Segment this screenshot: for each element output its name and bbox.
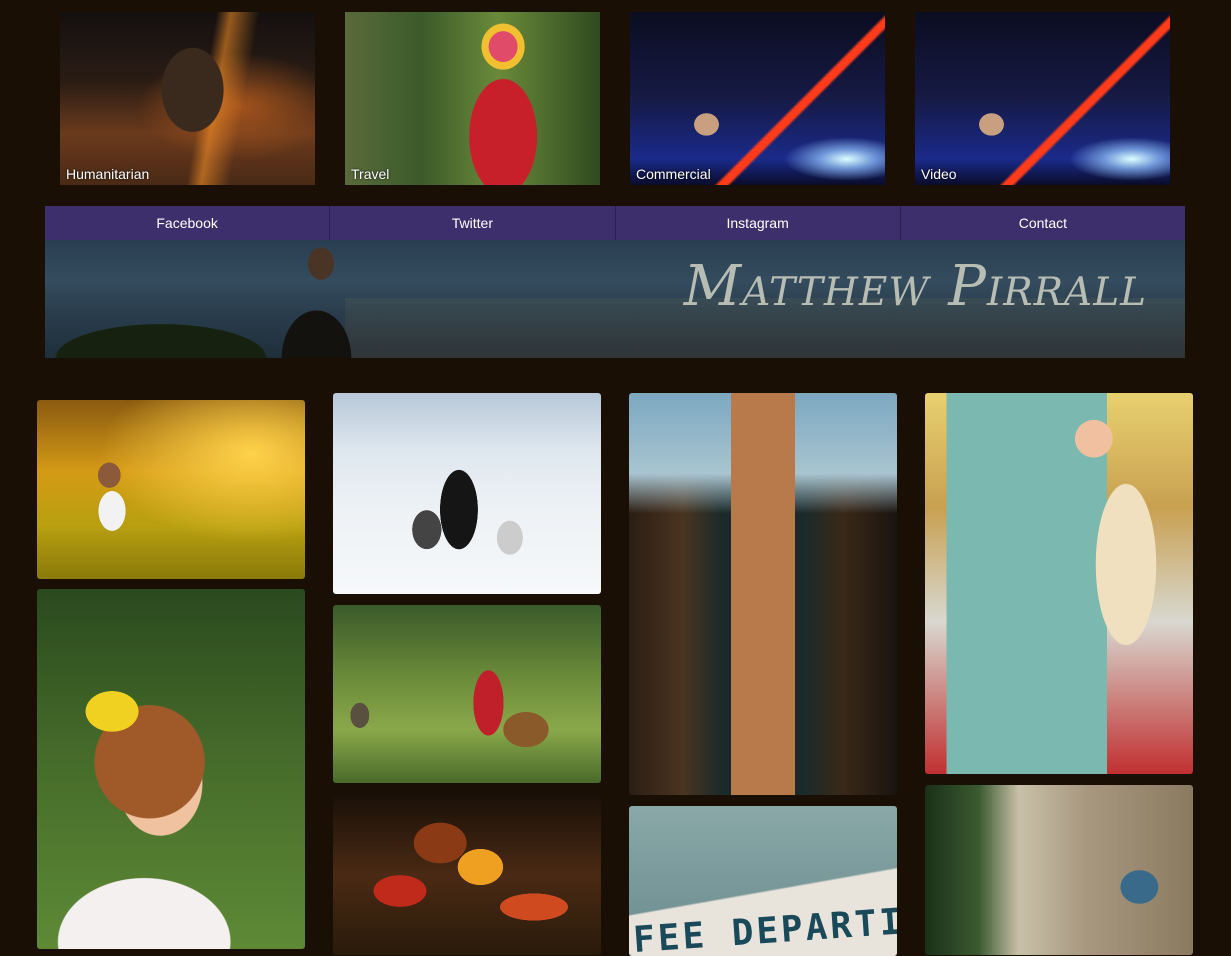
category-travel[interactable]: Travel	[345, 12, 600, 185]
site-title: Matthew Pirrall	[683, 254, 1147, 319]
humanitarian-image	[60, 12, 315, 185]
gallery-photo-boy-sprinkler[interactable]	[37, 400, 305, 579]
category-humanitarian[interactable]: Humanitarian	[60, 12, 315, 185]
nav-contact[interactable]: Contact	[901, 206, 1185, 240]
category-label: Video	[921, 166, 957, 182]
category-label: Commercial	[636, 166, 711, 182]
header-banner: Matthew Pirrall	[45, 240, 1185, 358]
commercial-image	[630, 12, 885, 185]
main-nav: Facebook Twitter Instagram Contact	[45, 206, 1185, 240]
nav-facebook[interactable]: Facebook	[45, 206, 331, 240]
banner-portrait	[267, 240, 357, 358]
gallery-photo-girl-paint[interactable]	[37, 589, 305, 949]
category-video[interactable]: Video	[915, 12, 1170, 185]
gallery-photo-red-riding-hood[interactable]	[333, 605, 601, 783]
gallery-photo-department-sign[interactable]: FEE DEPARTI	[629, 806, 897, 956]
video-image	[915, 12, 1170, 185]
gallery-photo-city-tower[interactable]	[629, 393, 897, 795]
category-commercial[interactable]: Commercial	[630, 12, 885, 185]
sign-text: FEE DEPARTI	[631, 901, 897, 956]
gallery-photo-food[interactable]	[333, 795, 601, 955]
gallery-photo-office[interactable]	[925, 785, 1193, 955]
category-label: Humanitarian	[66, 166, 150, 182]
nav-twitter[interactable]: Twitter	[330, 206, 616, 240]
category-label: Travel	[351, 166, 390, 182]
gallery-photo-retro-kitchen[interactable]	[925, 393, 1193, 774]
travel-image	[345, 12, 600, 185]
nav-instagram[interactable]: Instagram	[616, 206, 901, 240]
gallery-photo-woman-huskies[interactable]	[333, 393, 601, 594]
